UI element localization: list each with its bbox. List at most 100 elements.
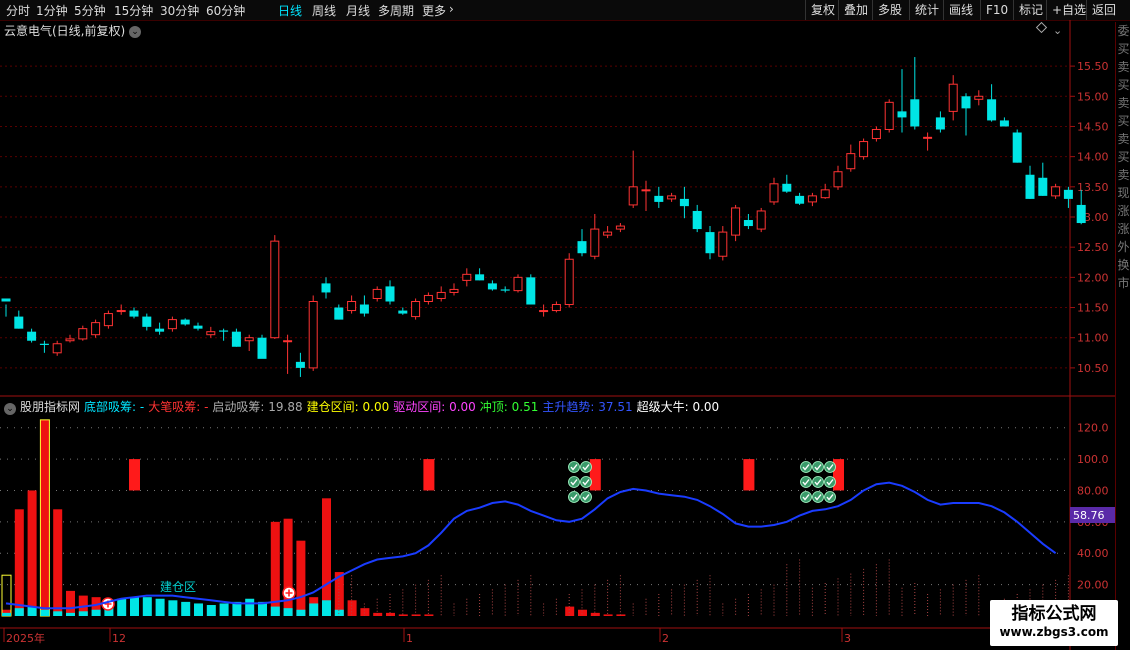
check-badge-icon <box>824 491 836 503</box>
toolbar-button-0[interactable]: 复权 <box>805 0 838 20</box>
zone-label: 建仓区 <box>160 580 196 594</box>
price-tick-label: 12.00 <box>1077 271 1109 284</box>
price-tick-label: 11.50 <box>1077 302 1109 315</box>
candle-body-up <box>449 288 459 293</box>
check-badge-circle <box>812 491 824 503</box>
indicator-field-0: 底部吸筹: - <box>84 400 145 414</box>
candle-body-up <box>718 231 728 257</box>
candle-body-down <box>577 241 587 254</box>
indicator-dropdown-icon[interactable]: ⌄ <box>4 403 16 415</box>
indicator-field-1: 大笔吸筹: - <box>148 400 209 414</box>
candle-body-up <box>167 319 177 330</box>
indicator-cyan-bar <box>2 612 11 616</box>
candle-body-down <box>795 195 805 204</box>
right-panel-label-9: 现 <box>1117 186 1130 200</box>
candle-body-up <box>513 276 523 292</box>
period-tab-0[interactable]: 分时 <box>6 2 30 19</box>
candle-body-up <box>871 128 881 140</box>
period-tab-10[interactable]: 更多 <box>422 2 446 19</box>
candle-body-down <box>129 310 139 317</box>
indicator-tick-label: 40.00 <box>1077 547 1109 560</box>
toolbar-button-6[interactable]: 标记 <box>1013 0 1046 20</box>
price-tick-label: 12.50 <box>1077 241 1109 254</box>
candle-body-down <box>219 330 229 332</box>
candle-body-down <box>359 304 369 314</box>
candle-body-up <box>91 322 101 336</box>
period-tab-4[interactable]: 30分钟 <box>160 2 199 19</box>
price-tick-label: 11.00 <box>1077 332 1109 345</box>
candle-body-up <box>923 136 933 139</box>
check-badge-icon <box>580 461 592 473</box>
period-tab-3[interactable]: 15分钟 <box>114 2 153 19</box>
candle-body-up <box>283 340 293 343</box>
more-chevron-icon[interactable]: › <box>449 2 454 16</box>
watermark-url: www.zbgs3.com <box>999 625 1109 639</box>
toolbar-button-2[interactable]: 多股 <box>872 0 909 20</box>
price-tick-label: 14.50 <box>1077 120 1109 133</box>
indicator-tick-label: 120.0 <box>1077 422 1109 435</box>
toolbar-button-1[interactable]: 叠加 <box>838 0 872 20</box>
right-info-panel: 委买卖买卖买卖买卖现涨涨外换市 <box>1115 22 1130 650</box>
period-tab-9[interactable]: 多周期 <box>378 2 414 19</box>
period-tab-5[interactable]: 60分钟 <box>206 2 245 19</box>
indicator-red-bar <box>424 614 434 616</box>
indicator-red-bar <box>398 614 408 616</box>
period-tab-2[interactable]: 5分钟 <box>74 2 106 19</box>
indicator-field-2: 启动吸筹: 19.88 <box>212 400 303 414</box>
indicator-cyan-bar <box>117 598 127 616</box>
indicator-red-bar <box>53 509 63 616</box>
indicator-red-bar <box>27 490 37 616</box>
candle-body-down <box>999 120 1009 127</box>
price-tick-label: 14.00 <box>1077 151 1109 164</box>
candle-body-down <box>679 198 689 207</box>
indicator-tick-label: 20.00 <box>1077 579 1109 592</box>
candle-body-up <box>308 301 318 369</box>
period-tab-6[interactable]: 日线 <box>278 2 302 19</box>
price-tick-label: 13.50 <box>1077 181 1109 194</box>
candle-body-up <box>756 210 766 230</box>
candle-body-down <box>782 183 792 192</box>
toolbar-button-7[interactable]: +自选 <box>1046 0 1086 20</box>
indicator-cyan-bar <box>219 603 229 616</box>
candle-body-up <box>411 301 421 318</box>
candle-body-up <box>372 288 382 299</box>
check-badge-circle <box>580 476 592 488</box>
indicator-field-4: 驱动区间: 0.00 <box>393 400 476 414</box>
candle-body-up <box>1051 186 1061 197</box>
right-panel-label-14: 市 <box>1117 276 1130 290</box>
toolbar-button-5[interactable]: F10 <box>980 0 1013 20</box>
candle-body-up <box>65 338 75 342</box>
indicator-cyan-bar <box>322 600 331 616</box>
candle-body-down <box>398 310 408 314</box>
toolbar-button-8[interactable]: 返回 <box>1086 0 1120 20</box>
candle-body-down <box>987 99 997 121</box>
chart-area[interactable]: 15.5015.0014.5014.0013.5013.0012.5012.00… <box>0 20 1115 650</box>
candle-body-down <box>935 117 945 130</box>
candle-body-down <box>193 325 203 329</box>
candle-body-up <box>833 171 843 188</box>
check-badge-circle <box>812 476 824 488</box>
toolbar-button-3[interactable]: 统计 <box>909 0 943 20</box>
check-badge-icon <box>824 476 836 488</box>
indicator-field-7: 超级大牛: 0.00 <box>636 400 720 414</box>
candle-body-down <box>475 274 485 281</box>
plus-marker-icon <box>282 586 296 600</box>
period-tab-7[interactable]: 周线 <box>312 2 336 19</box>
right-panel-label-10: 涨 <box>1117 204 1130 218</box>
check-badge-circle <box>800 491 812 503</box>
current-value-text: 58.76 <box>1073 509 1105 522</box>
candle-body-up <box>436 291 446 299</box>
date-tick-label: 2 <box>662 632 669 645</box>
candle-body-down <box>1076 204 1086 224</box>
candle-body-up <box>551 304 561 312</box>
period-tab-8[interactable]: 月线 <box>346 2 370 19</box>
check-badge-circle <box>568 461 580 473</box>
indicator-cyan-bar <box>296 609 306 616</box>
toolbar-button-4[interactable]: 画线 <box>943 0 980 20</box>
check-badge-circle <box>568 476 580 488</box>
check-badge-icon <box>812 476 824 488</box>
check-badge-icon <box>800 476 812 488</box>
period-tab-1[interactable]: 1分钟 <box>36 2 68 19</box>
right-panel-label-13: 换 <box>1117 258 1130 272</box>
indicator-red-bar <box>40 419 50 616</box>
